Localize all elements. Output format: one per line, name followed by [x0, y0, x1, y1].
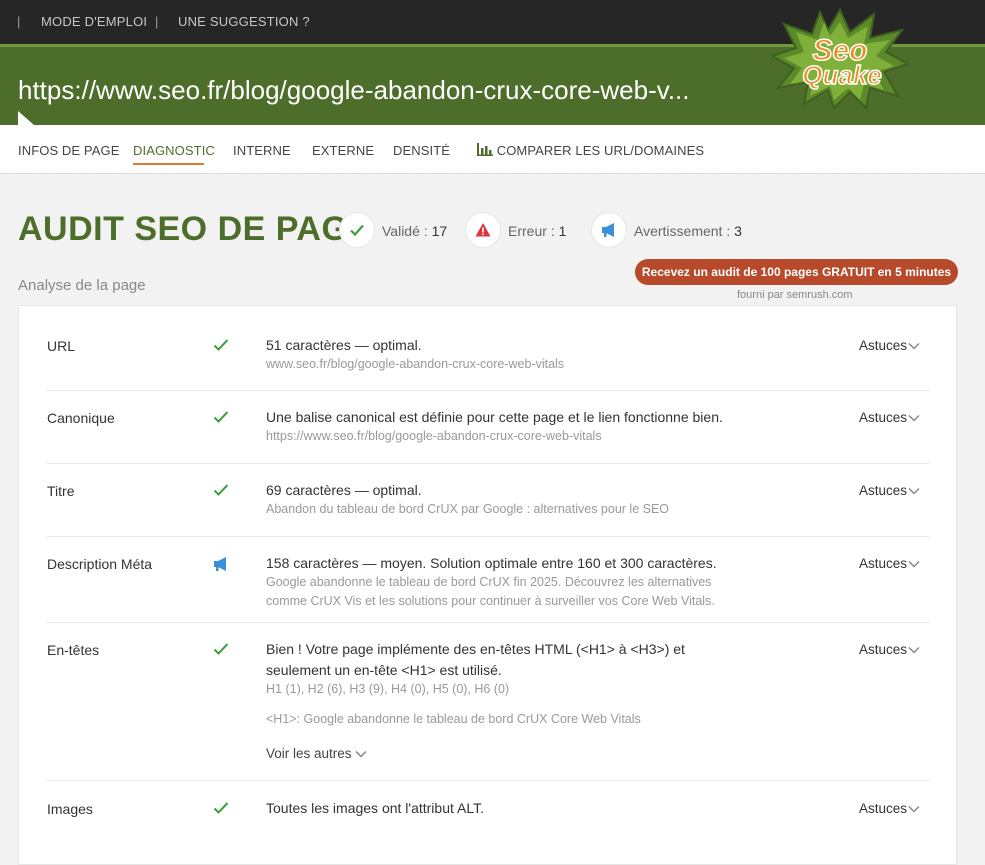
tab-densite[interactable]: DENSITÉ	[393, 143, 450, 158]
audit-row-url: URL 51 caractères — optimal. www.seo.fr/…	[47, 324, 929, 391]
page-title: AUDIT SEO DE PAGE	[18, 210, 372, 248]
megaphone-icon	[602, 223, 614, 237]
divider	[0, 173, 985, 175]
row-name: Images	[47, 801, 93, 817]
check-icon	[213, 484, 229, 496]
chevron-down-icon	[908, 488, 920, 495]
tips-label: Astuces	[859, 483, 908, 498]
audit-row-canonical: Canonique Une balise canonical est défin…	[47, 390, 929, 464]
warning-stat: Avertissement : 3	[592, 213, 762, 247]
error-label: Erreur :	[508, 223, 555, 239]
row-main-text: 51 caractères — optimal.	[266, 337, 422, 353]
powered-by: fourni par semrush.com	[737, 289, 853, 301]
valid-count: 17	[431, 223, 448, 239]
error-count: 1	[558, 223, 567, 239]
separator: |	[17, 14, 21, 29]
section-subtitle: Analyse de la page	[18, 277, 146, 294]
valid-stat: Validé : 17	[340, 213, 460, 247]
page-url-title: https://www.seo.fr/blog/google-abandon-c…	[18, 75, 690, 105]
tips-label: Astuces	[859, 338, 908, 353]
tips-toggle[interactable]: Astuces	[859, 556, 920, 571]
row-name: Titre	[47, 483, 75, 499]
tab-diagnostic[interactable]: DIAGNOSTIC	[133, 143, 215, 158]
row-main-text: Toutes les images ont l'attribut ALT.	[266, 800, 484, 816]
tips-toggle[interactable]: Astuces	[859, 801, 920, 816]
audit-results-panel: URL 51 caractères — optimal. www.seo.fr/…	[18, 305, 957, 865]
tips-label: Astuces	[859, 410, 908, 425]
tips-label: Astuces	[859, 642, 908, 657]
row-h1-text: <H1>: Google abandonne le tableau de bor…	[266, 712, 641, 726]
chevron-down-icon	[908, 415, 920, 422]
row-main-text: Bien ! Votre page implémente des en-tête…	[266, 641, 685, 678]
tips-toggle[interactable]: Astuces	[859, 338, 920, 353]
tab-comparer[interactable]: COMPARER LES URL/DOMAINES	[477, 143, 704, 158]
row-name: Canonique	[47, 410, 115, 426]
warning-count: 3	[734, 223, 742, 239]
tips-label: Astuces	[859, 801, 908, 816]
row-detail-text: Google abandonne le tableau de bord CrUX…	[266, 575, 715, 608]
valid-label: Validé :	[382, 223, 428, 239]
row-main-text: 69 caractères — optimal.	[266, 482, 422, 498]
audit-row-images: Images Toutes les images ont l'attribut …	[47, 780, 929, 850]
row-name: Description Méta	[47, 556, 153, 572]
check-icon	[213, 411, 229, 423]
tips-label: Astuces	[859, 556, 908, 571]
separator: |	[155, 14, 159, 29]
megaphone-icon	[214, 557, 226, 571]
tab-comparer-label: COMPARER LES URL/DOMAINES	[496, 143, 705, 158]
check-icon	[213, 339, 229, 351]
free-audit-button[interactable]: Recevez un audit de 100 pages GRATUIT en…	[635, 259, 958, 285]
suggestion-link[interactable]: UNE SUGGESTION ?	[178, 14, 310, 29]
audit-row-title: Titre 69 caractères — optimal. Abandon d…	[47, 463, 929, 537]
bar-chart-icon	[477, 143, 493, 156]
row-detail-text: https://www.seo.fr/blog/google-abandon-c…	[266, 429, 602, 443]
tab-infos-de-page[interactable]: INFOS DE PAGE	[18, 143, 119, 158]
see-more-label: Voir les autres	[266, 746, 352, 761]
warning-label: Avertissement :	[634, 223, 731, 239]
seoquake-logo: Seo Quake	[770, 8, 910, 110]
check-icon	[213, 643, 229, 655]
row-main-text: 158 caractères — moyen. Solution optimal…	[266, 555, 717, 571]
chevron-down-icon	[908, 561, 920, 568]
header-notch	[18, 111, 34, 125]
chevron-down-icon	[908, 343, 920, 350]
chevron-down-icon	[908, 806, 920, 813]
row-detail-text: www.seo.fr/blog/google-abandon-crux-core…	[266, 357, 565, 371]
tips-toggle[interactable]: Astuces	[859, 642, 920, 657]
audit-row-meta-description: Description Méta 158 caractères — moyen.…	[47, 536, 929, 623]
chevron-down-icon	[908, 647, 920, 654]
warning-triangle-icon	[475, 223, 491, 237]
chevron-down-icon	[355, 750, 367, 758]
active-tab-underline	[133, 163, 204, 165]
row-detail-text: H1 (1), H2 (6), H3 (9), H4 (0), H5 (0), …	[266, 682, 510, 696]
mode-emploi-link[interactable]: MODE D'EMPLOI	[41, 14, 147, 29]
tips-toggle[interactable]: Astuces	[859, 410, 920, 425]
check-icon	[213, 802, 229, 814]
row-name: En-têtes	[47, 642, 100, 658]
nav-tabs: INFOS DE PAGE DIAGNOSTIC INTERNE EXTERNE…	[0, 125, 985, 174]
tab-externe[interactable]: EXTERNE	[312, 143, 374, 158]
row-name: URL	[47, 338, 76, 354]
see-more-link[interactable]: Voir les autres	[266, 746, 367, 761]
tips-toggle[interactable]: Astuces	[859, 483, 920, 498]
tab-interne[interactable]: INTERNE	[233, 143, 291, 158]
row-detail-text: Abandon du tableau de bord CrUX par Goog…	[266, 502, 670, 516]
audit-row-headings: En-têtes Bien ! Votre page implémente de…	[47, 622, 929, 781]
row-main-text: Une balise canonical est définie pour ce…	[266, 409, 723, 425]
error-stat: Erreur : 1	[466, 213, 576, 247]
check-icon	[350, 224, 364, 237]
logo-text-quake: Quake	[802, 60, 882, 90]
